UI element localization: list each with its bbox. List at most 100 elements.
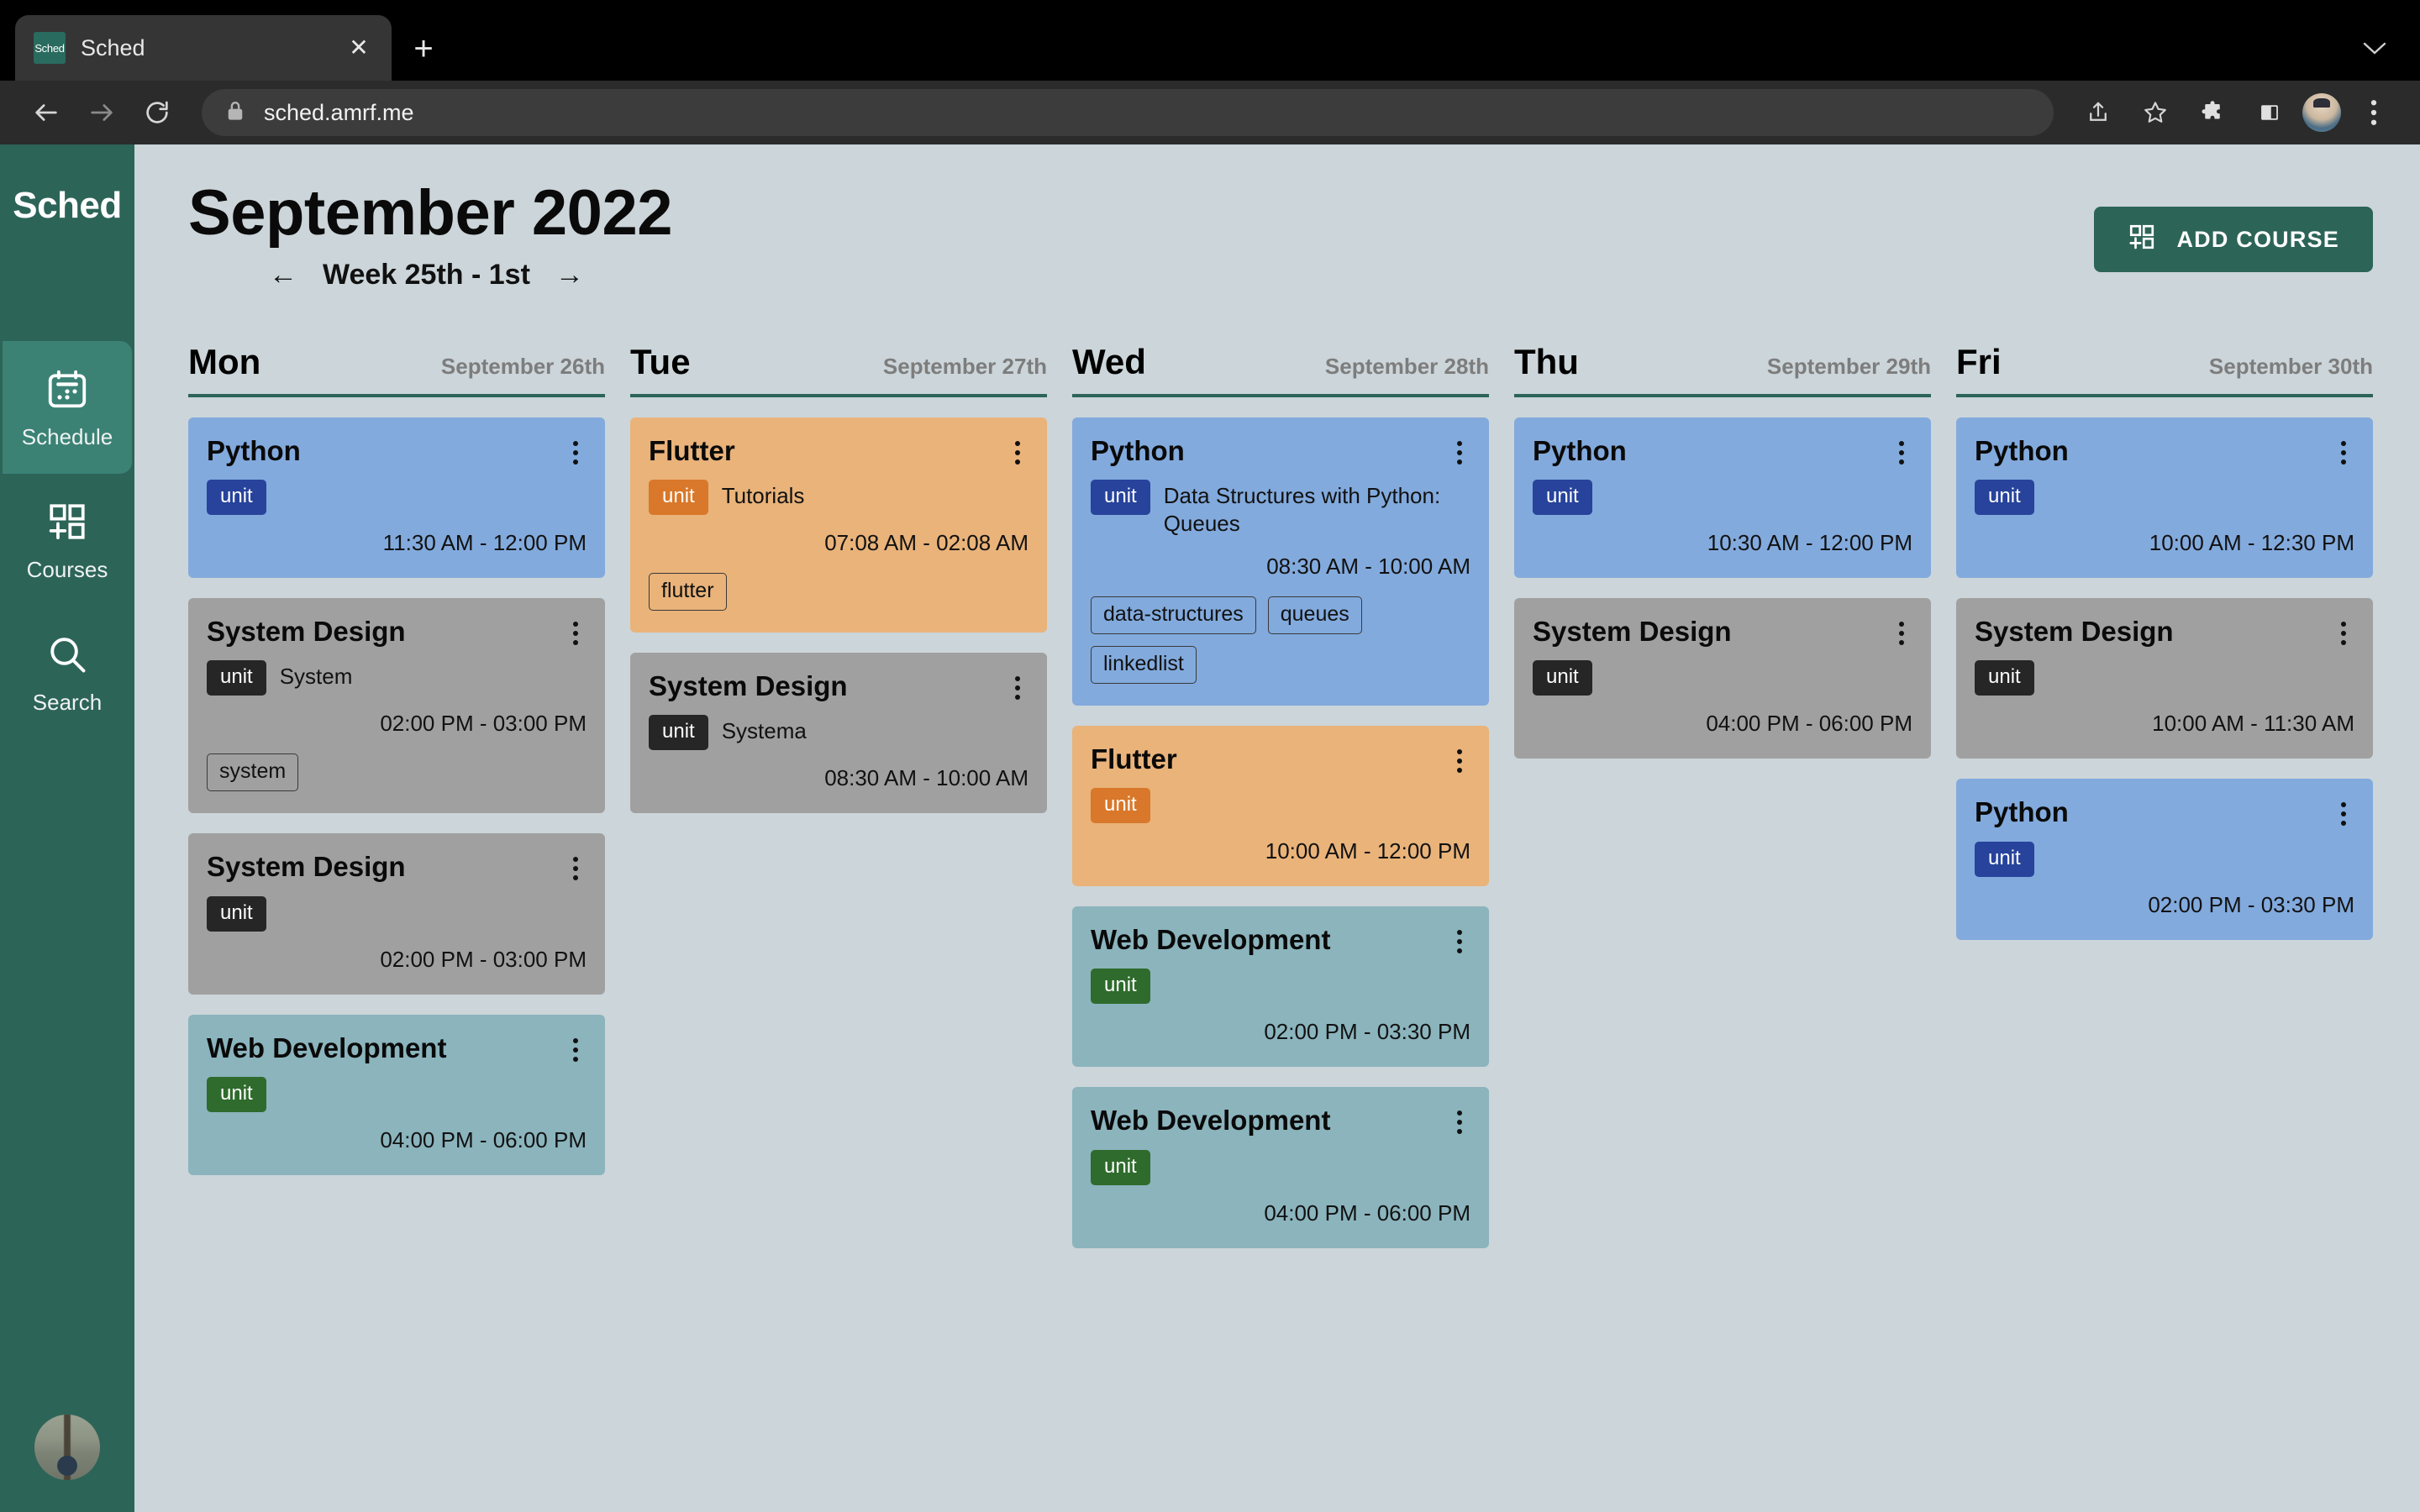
puzzle-icon[interactable]: [2188, 88, 2237, 137]
next-week-button[interactable]: →: [555, 260, 584, 289]
forward-icon[interactable]: [77, 88, 126, 137]
event-card[interactable]: System Design unit System 02:00 PM - 03:00 …: [188, 598, 605, 814]
event-time-range: 08:30 AM - 10:00 AM: [824, 765, 1028, 791]
unit-badge: unit: [207, 660, 266, 696]
address-bar[interactable]: sched.amrf.me: [202, 89, 2054, 136]
event-time-range: 04:00 PM - 06:00 PM: [1264, 1200, 1470, 1226]
page-title: September 2022: [188, 177, 673, 249]
event-card[interactable]: System Design unit 04:00 PM - 06:00 PM: [1514, 598, 1931, 759]
event-card[interactable]: Python unit Data Structures with Python: Q…: [1072, 417, 1489, 706]
new-tab-button[interactable]: +: [392, 17, 455, 81]
day-name: Tue: [630, 341, 691, 381]
event-card[interactable]: System Design unit 10:00 AM - 11:30 AM: [1956, 598, 2373, 759]
event-time-range: 04:00 PM - 06:00 PM: [380, 1126, 587, 1152]
event-card[interactable]: System Design unit Systema 08:30 AM - 10:00…: [630, 653, 1047, 814]
kebab-menu-icon[interactable]: [1891, 617, 1912, 646]
tab-favicon-icon: Sched: [34, 32, 66, 64]
kebab-menu-icon[interactable]: [1449, 436, 1470, 465]
event-course-title: Python: [1091, 434, 1185, 466]
week-range-label: Week 25th - 1st: [323, 258, 530, 291]
kebab-menu-icon[interactable]: [2333, 797, 2354, 827]
add-course-button[interactable]: ADD COURSE: [2094, 207, 2373, 272]
event-course-title: Web Development: [1091, 923, 1331, 955]
tag-chip[interactable]: data-structures: [1091, 596, 1256, 634]
unit-name: Tutorials: [721, 483, 805, 509]
kebab-menu-icon[interactable]: [565, 617, 587, 646]
tag-list: data-structures queues linkedlist: [1091, 596, 1470, 684]
day-event-list: Flutter unit Tutorials 07:08 AM - 02:08 AM f…: [630, 417, 1047, 814]
day-date: September 28th: [1324, 353, 1489, 379]
sidebar-item-schedule[interactable]: Schedule: [3, 341, 132, 474]
add-course-label: ADD COURSE: [2176, 226, 2339, 252]
kebab-menu-icon[interactable]: [565, 1033, 587, 1062]
sidebar-item-courses[interactable]: Courses: [3, 474, 132, 606]
tag-chip[interactable]: flutter: [649, 573, 727, 612]
browser-tab[interactable]: Sched Sched ✕: [15, 15, 392, 81]
chevron-down-icon[interactable]: [2363, 36, 2386, 62]
event-card[interactable]: System Design unit 02:00 PM - 03:00 PM: [188, 833, 605, 995]
day-header: Mon September 26th: [188, 342, 605, 394]
day-divider: [188, 393, 605, 397]
unit-badge: unit: [1091, 969, 1150, 1005]
kebab-menu-icon[interactable]: [1449, 925, 1470, 953]
calendar-icon: [44, 365, 91, 412]
unit-badge: unit: [207, 1076, 266, 1112]
event-time-range: 10:00 AM - 11:30 AM: [2152, 711, 2354, 737]
kebab-menu-icon[interactable]: [565, 436, 587, 465]
event-card[interactable]: Python unit 02:00 PM - 03:30 PM: [1956, 779, 2373, 940]
close-icon[interactable]: ✕: [345, 36, 373, 60]
prev-week-button[interactable]: ←: [269, 260, 297, 289]
tag-list: flutter: [649, 573, 1028, 612]
event-card[interactable]: Python unit 11:30 AM - 12:00 PM: [188, 417, 605, 579]
page-header: September 2022 ← Week 25th - 1st → ADD C…: [188, 180, 2373, 291]
three-dot-menu-icon[interactable]: [2349, 88, 2398, 137]
unit-badge: unit: [207, 895, 266, 932]
event-card[interactable]: Flutter unit Tutorials 07:08 AM - 02:08 AM f…: [630, 417, 1047, 633]
kebab-menu-icon[interactable]: [565, 852, 587, 881]
unit-name: Data Structures with Python: Queues: [1163, 483, 1441, 537]
sidebar-nav: Schedule Courses Search: [0, 341, 134, 739]
back-icon[interactable]: [22, 88, 71, 137]
day-divider: [1956, 393, 2373, 397]
event-card[interactable]: Python unit 10:00 AM - 12:30 PM: [1956, 417, 2373, 579]
event-card[interactable]: Python unit 10:30 AM - 12:00 PM: [1514, 417, 1931, 579]
event-card[interactable]: Web Development unit 02:00 PM - 03:30 PM: [1072, 906, 1489, 1068]
star-icon[interactable]: [2131, 88, 2180, 137]
kebab-menu-icon[interactable]: [1007, 436, 1028, 465]
day-event-list: Python unit 11:30 AM - 12:00 PM System Desi…: [188, 417, 605, 1175]
event-card[interactable]: Flutter unit 10:00 AM - 12:00 PM: [1072, 725, 1489, 886]
day-name: Mon: [188, 341, 261, 381]
unit-badge: unit: [649, 715, 708, 751]
day-name: Wed: [1072, 341, 1146, 381]
tag-chip[interactable]: system: [207, 753, 299, 792]
day-event-list: Python unit Data Structures with Python: Q…: [1072, 417, 1489, 1248]
user-avatar[interactable]: [34, 1415, 100, 1480]
side-panel-icon[interactable]: [2245, 88, 2294, 137]
kebab-menu-icon[interactable]: [2333, 617, 2354, 646]
event-course-title: Flutter: [649, 434, 735, 466]
event-card[interactable]: Web Development unit 04:00 PM - 06:00 PM: [188, 1014, 605, 1175]
kebab-menu-icon[interactable]: [1449, 744, 1470, 773]
main-content: September 2022 ← Week 25th - 1st → ADD C…: [134, 144, 2420, 1512]
kebab-menu-icon[interactable]: [1007, 671, 1028, 701]
event-course-title: System Design: [1533, 616, 1732, 648]
reload-icon[interactable]: [133, 88, 182, 137]
event-time-range: 11:30 AM - 12:00 PM: [382, 530, 587, 556]
share-icon[interactable]: [2074, 88, 2123, 137]
tag-chip[interactable]: linkedlist: [1091, 645, 1197, 684]
event-card[interactable]: Web Development unit 04:00 PM - 06:00 PM: [1072, 1087, 1489, 1248]
sidebar-item-search[interactable]: Search: [3, 606, 132, 739]
kebab-menu-icon[interactable]: [1449, 1105, 1470, 1135]
day-column-fri: Fri September 30th Python unit 10:00 AM - 12…: [1956, 342, 2373, 940]
tag-chip[interactable]: queues: [1267, 596, 1362, 634]
day-divider: [1514, 393, 1931, 397]
unit-badge: unit: [649, 480, 708, 516]
day-name: Fri: [1956, 341, 2002, 381]
kebab-menu-icon[interactable]: [1891, 436, 1912, 465]
kebab-menu-icon[interactable]: [2333, 436, 2354, 465]
week-grid: Mon September 26th Python unit 11:30 AM - 12…: [188, 342, 2373, 1248]
lock-icon: [225, 100, 245, 126]
profile-avatar[interactable]: [2302, 93, 2341, 132]
event-course-title: Flutter: [1091, 743, 1177, 774]
event-time-range: 10:00 AM - 12:00 PM: [1265, 837, 1470, 864]
